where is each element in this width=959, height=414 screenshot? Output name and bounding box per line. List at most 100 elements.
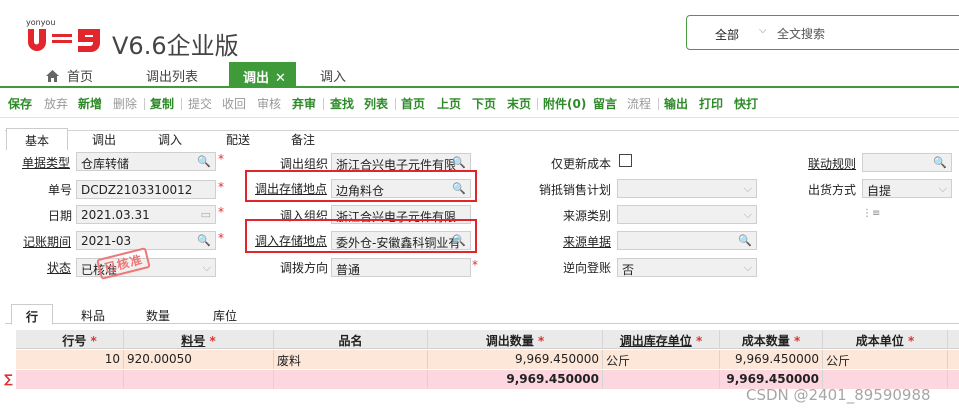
form-tab-in[interactable]: 调入 — [158, 128, 182, 150]
doc-type-label[interactable]: 单据类型 — [22, 154, 70, 171]
out-location-field[interactable]: 边角料仓 🔍 — [331, 179, 471, 198]
period-label[interactable]: 记账期间 — [23, 233, 71, 250]
print-button[interactable]: 打印 — [699, 95, 723, 112]
tab-home[interactable]: 首页 — [46, 66, 93, 85]
global-search[interactable]: 全部 ⌵ 全文搜索 — [686, 15, 959, 50]
col-header-item-no[interactable]: 料号 * — [124, 330, 274, 349]
col-header-name[interactable]: 品名 — [274, 330, 428, 349]
cell-name[interactable]: 废料 — [274, 350, 428, 369]
period-field[interactable]: 2021-03 🔍 — [76, 231, 216, 250]
copy-button[interactable]: 复制 — [150, 95, 174, 112]
update-cost-checkbox[interactable] — [619, 154, 632, 167]
last-page-button[interactable]: 末页 — [507, 95, 531, 112]
out-location-label[interactable]: 调出存储地点 — [255, 180, 327, 197]
doc-type-field[interactable]: 仓库转储 🔍 — [76, 152, 216, 171]
delete-button[interactable]: 删除 — [113, 95, 137, 112]
tab-label: 首页 — [67, 70, 94, 85]
col-label: 品名 — [338, 334, 363, 348]
source-doc-field[interactable]: 🔍 — [617, 231, 757, 250]
search-scope-select[interactable]: 全部 — [715, 26, 739, 43]
export-button[interactable]: 输出 — [664, 95, 688, 112]
sales-plan-label: 销抵销售计划 — [539, 183, 612, 197]
quick-print-button[interactable]: 快打 — [734, 95, 758, 112]
in-location-field[interactable]: 委外仓-安徽鑫科铜业有 🔍 — [331, 231, 471, 250]
chevron-down-icon[interactable]: ⌵ — [744, 182, 752, 196]
form-tab-out[interactable]: 调出 — [92, 128, 116, 150]
form-tab-delivery[interactable]: 配送 — [226, 128, 250, 150]
unapprove-button[interactable]: 弃审 — [292, 95, 316, 112]
tab-transfer-out[interactable]: 调出 ✕ — [229, 62, 296, 88]
discard-button[interactable]: 放弃 — [44, 95, 68, 112]
list-button[interactable]: 列表 — [364, 95, 388, 112]
save-button[interactable]: 保存 — [8, 95, 32, 112]
linked-rule-field[interactable]: 🔍 — [862, 153, 952, 172]
col-header-unit[interactable]: 调出库存单位 * — [603, 330, 720, 349]
col-header-qty[interactable]: 调出数量 * — [428, 330, 603, 349]
linked-rule-label[interactable]: 联动规则 — [808, 155, 856, 172]
direction-label: 调拨方向 — [280, 261, 329, 275]
grid-tab-bin[interactable]: 库位 — [213, 307, 237, 324]
cell-qty[interactable]: 9,969.450000 — [428, 350, 603, 369]
new-button[interactable]: 新增 — [78, 95, 102, 112]
find-button[interactable]: 查找 — [330, 95, 354, 112]
sales-plan-field[interactable]: ⌵ — [617, 179, 757, 198]
search-icon[interactable]: 🔍 — [452, 234, 466, 247]
doc-no-value: DCDZ2103310012 — [81, 183, 193, 197]
next-page-button[interactable]: 下页 — [472, 95, 496, 112]
ship-mode-field[interactable]: 自提 ⌵ — [862, 179, 952, 198]
recall-button[interactable]: 收回 — [222, 95, 246, 112]
grid-tab-line[interactable]: 行 — [11, 304, 54, 325]
ship-mode-value: 自提 — [867, 184, 892, 198]
first-page-button[interactable]: 首页 — [401, 95, 425, 112]
status-label[interactable]: 状态 — [47, 259, 71, 276]
chevron-down-icon[interactable]: ⌵ — [744, 208, 752, 222]
calendar-icon[interactable]: ▭ — [201, 208, 211, 221]
col-header-cost-qty[interactable]: 成本数量 * — [720, 330, 823, 349]
chevron-down-icon[interactable]: ⌵ — [759, 25, 767, 36]
workflow-button[interactable]: 流程 — [627, 95, 651, 112]
cell-cost-qty[interactable]: 9,969.450000 — [720, 350, 823, 369]
source-doc-label[interactable]: 来源单据 — [563, 233, 611, 250]
list-icon[interactable]: ⋮≡ — [862, 208, 880, 219]
submit-button[interactable]: 提交 — [188, 95, 212, 112]
tab-out-list[interactable]: 调出列表 — [146, 66, 198, 85]
cell-line[interactable]: 10 — [36, 350, 124, 369]
search-icon[interactable]: 🔍 — [197, 234, 211, 247]
tab-transfer-in[interactable]: 调入 — [320, 66, 346, 85]
chevron-down-icon[interactable]: ⌵ — [939, 182, 947, 196]
approve-button[interactable]: 审核 — [257, 95, 281, 112]
search-icon[interactable]: 🔍 — [738, 234, 752, 247]
search-icon[interactable]: 🔍 — [197, 155, 211, 168]
direction-field[interactable]: 普通 — [331, 258, 471, 277]
date-field[interactable]: 2021.03.31 ▭ — [76, 205, 216, 224]
search-input[interactable]: 全文搜索 — [777, 25, 825, 42]
ship-mode-label: 出货方式 — [808, 183, 857, 197]
direction-value: 普通 — [336, 263, 361, 277]
message-button[interactable]: 留言 — [593, 95, 617, 112]
chevron-down-icon[interactable]: ⌵ — [203, 261, 211, 275]
search-icon[interactable]: 🔍 — [452, 156, 466, 169]
required-mark: * — [218, 205, 224, 219]
toolbar: 保存 放弃 新增 删除 复制 提交 收回 审核 弃审 查找 列表 首页 上页 下… — [0, 90, 959, 118]
grid-tab-qty[interactable]: 数量 — [146, 307, 170, 324]
cell-item-no[interactable]: 920.00050 — [124, 350, 274, 369]
cell-cost-unit[interactable]: 公斤 — [823, 350, 948, 369]
form-tab-remarks[interactable]: 备注 — [291, 128, 315, 150]
in-location-label[interactable]: 调入存储地点 — [255, 232, 327, 249]
chevron-down-icon[interactable]: ⌵ — [744, 261, 752, 275]
source-type-field[interactable]: ⌵ — [617, 205, 757, 224]
col-header-cost-unit[interactable]: 成本单位 * — [823, 330, 948, 349]
cell-unit[interactable]: 公斤 — [603, 350, 720, 369]
attachment-button[interactable]: 附件(0) — [543, 95, 586, 112]
reverse-field[interactable]: 否 ⌵ — [617, 258, 757, 277]
doc-no-field[interactable]: DCDZ2103310012 — [76, 180, 216, 199]
table-row[interactable]: 10 920.00050 废料 9,969.450000 公斤 9,969.45… — [16, 350, 959, 369]
search-icon[interactable]: 🔍 — [933, 156, 947, 169]
form-tab-basic[interactable]: 基本 — [6, 128, 69, 150]
reverse-label: 逆向登账 — [563, 261, 612, 275]
grid-tab-item[interactable]: 料品 — [81, 307, 105, 324]
search-icon[interactable]: 🔍 — [452, 182, 466, 195]
close-icon[interactable]: ✕ — [275, 71, 286, 86]
col-header-line[interactable]: 行号 * — [36, 330, 124, 349]
prev-page-button[interactable]: 上页 — [437, 95, 461, 112]
